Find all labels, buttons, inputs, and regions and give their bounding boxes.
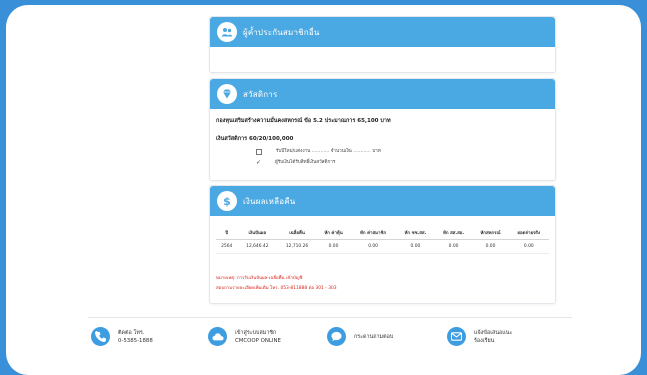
welfare-body: กองทุนเสริมสร้างความมั่นคงสหกรณ์ ข้อ 5.2… (210, 109, 555, 166)
page-container: ผู้ค้ำประกันสมาชิกอื่น สวัสดิการ กองทุนเ… (6, 5, 641, 375)
welfare-check-row-1: รับปีใหม่/แต่งงาน ............ จำนวนเงิน… (256, 148, 549, 155)
footer-divider (88, 317, 572, 318)
guarantor-panel-header: ผู้ค้ำประกันสมาชิกอื่น (210, 17, 555, 47)
footer-feedback-sub: ร้องเรียน (474, 337, 495, 344)
footer-contact-number: 0-5385-1888 (118, 337, 153, 344)
table-row: 2564 12,646.42 12,710.26 0.00 0.00 0.00 … (216, 239, 549, 254)
dividend-panel: $ เงินผลเหลือคืน ปี เงินปันผล เฉลี่ยคืน … (209, 185, 556, 304)
table-cell: 0.00 (434, 239, 473, 254)
column-header: หัก ชช.สส. (396, 226, 435, 240)
welfare-fund-text: กองทุนเสริมสร้างความมั่นคงสหกรณ์ ข้อ 5.2… (216, 118, 391, 124)
column-header: ปี (216, 226, 238, 240)
guarantor-title: ผู้ค้ำประกันสมาชิกอื่น (243, 27, 320, 37)
table-cell: 2564 (216, 239, 238, 254)
table-cell: 0.00 (350, 239, 397, 254)
dividend-table-header: ปี เงินปันผล เฉลี่ยคืน หัก ค่าหุ้น หัก ค… (216, 226, 549, 240)
footer-login-label: เข้าสู่ระบบสมาชิก (235, 329, 277, 336)
footer-feedback-text: แจ้งข้อเสนอแนะ ร้องเรียน (474, 329, 512, 345)
column-header: ยอดจ่ายจริง (508, 226, 549, 240)
dividend-contact-note: สอบถามรายละเอียดเพิ่มเติม โทร. 053-81188… (216, 286, 337, 291)
table-cell: 0.00 (396, 239, 435, 254)
footer-contact-label: ติดต่อ โทร. (118, 329, 145, 336)
guarantor-panel: ผู้ค้ำประกันสมาชิกอื่น (209, 16, 556, 73)
welfare-panel-header: สวัสดิการ (210, 79, 555, 109)
column-header: หัก ค่าสมาชิก (350, 226, 397, 240)
footer-login-system: CMCOOP ONLINE (235, 337, 281, 344)
diamond-icon (217, 84, 237, 104)
welfare-amount-text: เงินสวัสดิการ 60/20/100,000 (216, 136, 294, 142)
mail-icon (447, 327, 466, 346)
footer-feedback-label: แจ้งข้อเสนอแนะ (474, 329, 513, 336)
dividend-panel-header: $ เงินผลเหลือคืน (210, 186, 555, 216)
welfare-checkbox[interactable] (256, 148, 262, 155)
table-cell: 0.00 (472, 239, 509, 254)
phone-icon (91, 327, 110, 346)
dollar-icon: $ (217, 191, 237, 211)
cloud-icon (208, 327, 227, 346)
footer-contact-text: ติดต่อ โทร. 0-5385-1888 (118, 329, 153, 345)
welfare-check-label-1: รับปีใหม่/แต่งงาน ............ จำนวนเงิน… (276, 149, 381, 154)
table-cell: 0.00 (316, 239, 351, 254)
welfare-panel: สวัสดิการ กองทุนเสริมสร้างความมั่นคงสหกร… (209, 78, 556, 181)
footer-qa-board[interactable]: กระดานถามตอบ (327, 327, 393, 346)
footer-contact-phone[interactable]: ติดต่อ โทร. 0-5385-1888 (91, 327, 153, 346)
chat-icon (327, 327, 346, 346)
dividend-table: ปี เงินปันผล เฉลี่ยคืน หัก ค่าหุ้น หัก ค… (216, 226, 549, 254)
column-header: เฉลี่ยคืน (277, 226, 317, 240)
dividend-title: เงินผลเหลือคืน (243, 196, 296, 206)
table-cell: 12,710.26 (277, 239, 317, 254)
footer-member-login[interactable]: เข้าสู่ระบบสมาชิก CMCOOP ONLINE (208, 327, 281, 346)
footer-qa-text: กระดานถามตอบ (354, 333, 393, 341)
check-icon: ✓ (256, 158, 262, 166)
table-cell: 12,646.42 (237, 239, 278, 254)
table-cell: 0.00 (508, 239, 549, 254)
footer-login-text: เข้าสู่ระบบสมาชิก CMCOOP ONLINE (235, 329, 281, 345)
welfare-check-row-2: ✓ ผู้รับเงินได้รับสิทธิ์เงินสวัสดิการ (256, 159, 549, 166)
column-header: เงินปันผล (237, 226, 278, 240)
column-header: หัก ค่าหุ้น (316, 226, 351, 240)
footer-qa-label: กระดานถามตอบ (354, 333, 394, 340)
welfare-title: สวัสดิการ (243, 89, 278, 99)
users-icon (217, 22, 237, 42)
column-header: หัก สส.สอ. (434, 226, 473, 240)
footer-feedback[interactable]: แจ้งข้อเสนอแนะ ร้องเรียน (447, 327, 512, 346)
dividend-note: หมายเหตุ: การรับเงินปันผล-เฉลี่ยคืน เข้า… (216, 276, 303, 281)
column-header: หักสหกรณ์ (472, 226, 509, 240)
welfare-check-label-2: ผู้รับเงินได้รับสิทธิ์เงินสวัสดิการ (275, 160, 336, 165)
